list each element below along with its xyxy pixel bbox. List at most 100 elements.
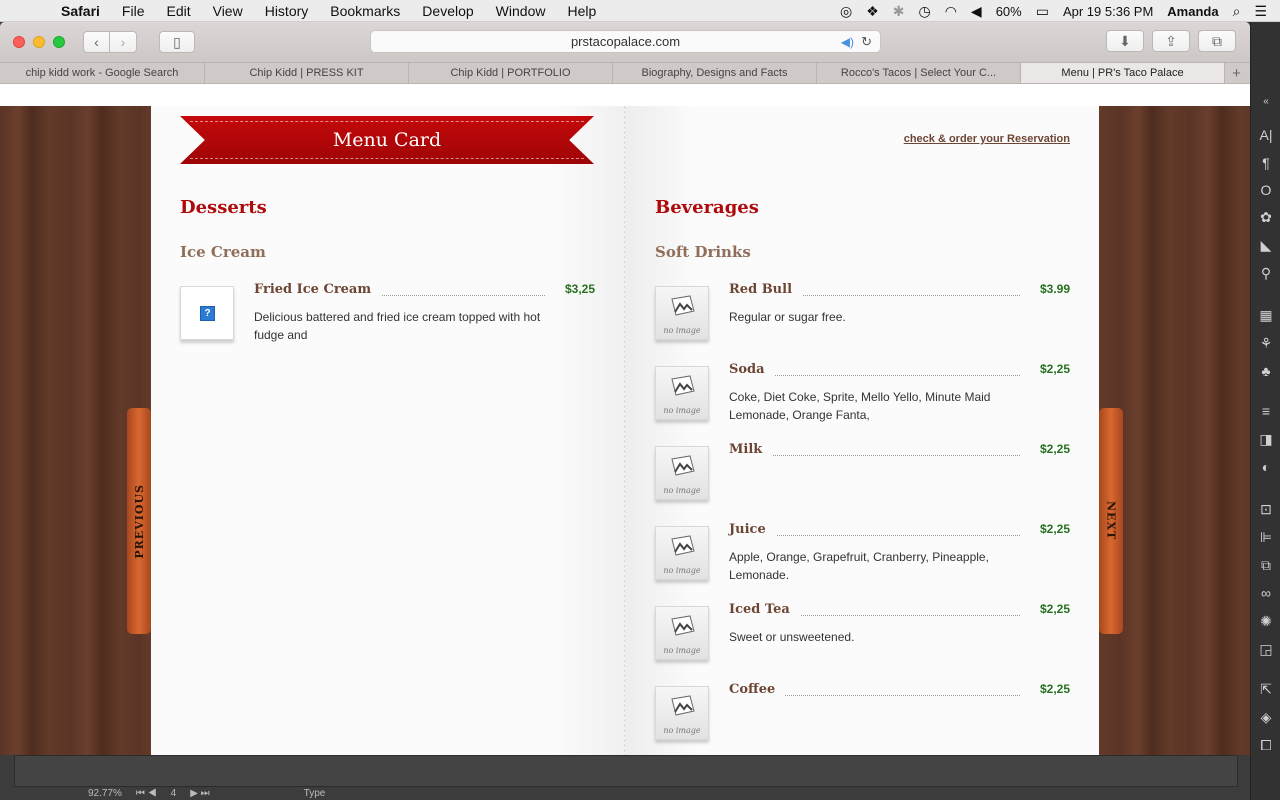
- time-machine-icon[interactable]: ◷: [911, 3, 937, 20]
- tab-overview-button[interactable]: ⧉: [1198, 30, 1236, 52]
- window-controls: [13, 36, 65, 48]
- menu-item[interactable]: no image Coffee $2,25: [655, 682, 1070, 755]
- effects-icon[interactable]: ◐: [1251, 456, 1280, 478]
- links-icon[interactable]: ⚲: [1251, 262, 1280, 284]
- cc-libraries-icon[interactable]: ∞: [1251, 582, 1280, 604]
- downloads-button[interactable]: ⬇: [1106, 30, 1144, 52]
- forward-button[interactable]: ›: [110, 31, 137, 53]
- transparency-icon[interactable]: ◨: [1251, 428, 1280, 450]
- menu-bookmarks[interactable]: Bookmarks: [319, 3, 411, 19]
- collapse-panel-icon[interactable]: «: [1251, 94, 1280, 108]
- export-icon[interactable]: ⇱: [1251, 678, 1280, 700]
- sidebar-toggle-button[interactable]: ▯: [159, 31, 195, 53]
- creative-cloud-icon[interactable]: ◎: [833, 3, 859, 20]
- tab-biography[interactable]: Biography, Designs and Facts: [613, 63, 817, 83]
- menu-history[interactable]: History: [254, 3, 320, 19]
- swatches-icon[interactable]: ✿: [1251, 206, 1280, 228]
- layers-icon[interactable]: ◈: [1251, 706, 1280, 728]
- character-icon[interactable]: A|: [1251, 124, 1280, 146]
- bluetooth-icon[interactable]: ✱: [886, 3, 912, 20]
- item-thumbnail[interactable]: no image: [655, 526, 709, 580]
- pages-icon[interactable]: ▦: [1251, 304, 1280, 326]
- artboards-icon[interactable]: ◲: [1251, 638, 1280, 660]
- no-image-caption: no image: [663, 406, 701, 415]
- item-name[interactable]: Fried Ice Cream: [254, 282, 382, 297]
- pathfinder-icon[interactable]: ⧉: [1251, 554, 1280, 576]
- menu-view[interactable]: View: [202, 3, 254, 19]
- align-icon[interactable]: ⊫: [1251, 526, 1280, 548]
- menu-item[interactable]: no image Iced Tea $2,25 Sweet or unsweet…: [655, 602, 1070, 676]
- stroke-icon[interactable]: ≡: [1251, 400, 1280, 422]
- reservation-link[interactable]: check & order your Reservation: [904, 133, 1070, 145]
- mode-label: Type: [303, 788, 326, 799]
- page-nav-arrows[interactable]: ⏮ ◀: [136, 788, 157, 799]
- item-thumbnail[interactable]: no image: [655, 366, 709, 420]
- item-thumbnail[interactable]: ?: [180, 286, 234, 340]
- no-image-icon: [671, 695, 695, 716]
- next-page-tab[interactable]: NEXT: [1099, 408, 1123, 634]
- item-name[interactable]: Red Bull: [729, 282, 803, 297]
- item-name[interactable]: Coffee: [729, 682, 786, 697]
- item-thumbnail[interactable]: no image: [655, 686, 709, 740]
- battery-icon[interactable]: ▭: [1029, 3, 1056, 20]
- address-bar[interactable]: prstacopalace.com ◀) ↻: [370, 30, 881, 53]
- menu-item[interactable]: no image Red Bull $3.99 Regular or sugar…: [655, 282, 1070, 356]
- gradient-icon[interactable]: ◣: [1251, 234, 1280, 256]
- zoom-level[interactable]: 92.77%: [88, 788, 122, 799]
- right-menu-page: check & order your Reservation Beverages…: [625, 106, 1099, 755]
- menu-item[interactable]: no image Juice $2,25 Apple, Orange, Grap…: [655, 522, 1070, 596]
- item-thumbnail[interactable]: no image: [655, 606, 709, 660]
- tab-roccos-tacos[interactable]: Rocco's Tacos | Select Your C...: [817, 63, 1021, 83]
- page-nav-next-arrows[interactable]: ▶ ⏭: [190, 788, 209, 799]
- menu-app-safari[interactable]: Safari: [50, 3, 111, 19]
- brush-icon[interactable]: ⚘: [1251, 332, 1280, 354]
- wifi-icon[interactable]: ◠: [938, 3, 964, 20]
- tab-press-kit[interactable]: Chip Kidd | PRESS KIT: [205, 63, 409, 83]
- reload-icon[interactable]: ↻: [861, 34, 872, 50]
- symbols-icon[interactable]: ♣: [1251, 360, 1280, 382]
- back-button[interactable]: ‹: [83, 31, 110, 53]
- price-leader: [729, 455, 1020, 456]
- web-page: Menu Card Desserts Ice Cream ? Fried Ice…: [0, 106, 1250, 755]
- paragraph-icon[interactable]: ¶: [1251, 152, 1280, 174]
- audio-playing-icon[interactable]: ◀): [841, 35, 854, 49]
- new-tab-button[interactable]: +: [1225, 63, 1248, 83]
- menu-book: Menu Card Desserts Ice Cream ? Fried Ice…: [151, 106, 1099, 755]
- item-thumbnail[interactable]: no image: [655, 286, 709, 340]
- menu-window[interactable]: Window: [485, 3, 557, 19]
- dropbox-icon[interactable]: ❖: [859, 3, 886, 20]
- item-price: $2,25: [1039, 602, 1070, 616]
- tab-google-search[interactable]: chip kidd work - Google Search: [0, 63, 205, 83]
- glyphs-icon[interactable]: O: [1251, 179, 1280, 201]
- menu-item[interactable]: no image Milk $2,25: [655, 442, 1070, 516]
- sidebar-icon: ▯: [173, 33, 181, 50]
- menu-help[interactable]: Help: [556, 3, 607, 19]
- arrange-icon[interactable]: ⧠: [1251, 734, 1280, 756]
- item-thumbnail[interactable]: no image: [655, 446, 709, 500]
- tab-portfolio[interactable]: Chip Kidd | PORTFOLIO: [409, 63, 613, 83]
- share-button[interactable]: ⇪: [1152, 30, 1190, 52]
- item-name[interactable]: Milk: [729, 442, 773, 457]
- minimize-window-button[interactable]: [33, 36, 45, 48]
- menu-item[interactable]: ? Fried Ice Cream $3,25 Delicious batter…: [180, 282, 595, 356]
- menu-file[interactable]: File: [111, 3, 156, 19]
- item-name[interactable]: Juice: [729, 522, 776, 537]
- fullscreen-window-button[interactable]: [53, 36, 65, 48]
- menu-item[interactable]: no image Soda $2,25 Coke, Diet Coke, Spr…: [655, 362, 1070, 436]
- clock[interactable]: Apr 19 5:36 PM: [1056, 4, 1160, 19]
- battery-percent[interactable]: 60%: [989, 4, 1029, 19]
- transform-icon[interactable]: ⊡: [1251, 498, 1280, 520]
- appearance-icon[interactable]: ✺: [1251, 610, 1280, 632]
- user-name[interactable]: Amanda: [1160, 4, 1225, 19]
- item-name[interactable]: Soda: [729, 362, 775, 377]
- item-name[interactable]: Iced Tea: [729, 602, 800, 617]
- menu-develop[interactable]: Develop: [411, 3, 484, 19]
- menu-edit[interactable]: Edit: [155, 3, 201, 19]
- previous-page-tab[interactable]: PREVIOUS: [127, 408, 151, 634]
- volume-icon[interactable]: ◀: [964, 3, 989, 20]
- close-window-button[interactable]: [13, 36, 25, 48]
- notification-center-icon[interactable]: ☰: [1247, 3, 1274, 20]
- spotlight-icon[interactable]: ⌕: [1226, 3, 1248, 20]
- page-number[interactable]: 4: [171, 788, 177, 799]
- tab-taco-palace-menu[interactable]: Menu | PR's Taco Palace: [1021, 63, 1225, 83]
